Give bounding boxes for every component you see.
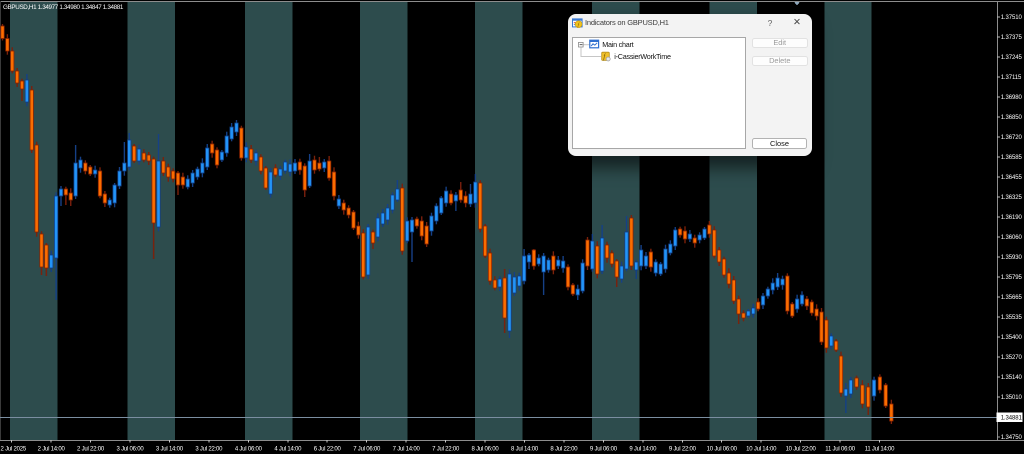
svg-text:8 Jul 06:00: 8 Jul 06:00 xyxy=(472,447,500,453)
svg-text:10 Jul 22:00: 10 Jul 22:00 xyxy=(786,447,817,453)
svg-text:8 Jul 22:00: 8 Jul 22:00 xyxy=(550,447,578,453)
svg-text:1.36060: 1.36060 xyxy=(1001,235,1023,241)
svg-text:7 Jul 14:00: 7 Jul 14:00 xyxy=(393,447,421,453)
svg-text:9 Jul 22:00: 9 Jul 22:00 xyxy=(669,447,697,453)
svg-text:8 Jul 14:00: 8 Jul 14:00 xyxy=(511,447,539,453)
svg-text:2 Jul 14:00: 2 Jul 14:00 xyxy=(38,447,66,453)
svg-text:1.36455: 1.36455 xyxy=(1001,175,1023,181)
svg-text:1.35535: 1.35535 xyxy=(1001,315,1023,321)
svg-text:4 Jul 06:00: 4 Jul 06:00 xyxy=(235,447,263,453)
svg-text:1.36585: 1.36585 xyxy=(1001,155,1023,161)
svg-text:1.35400: 1.35400 xyxy=(1001,335,1023,341)
svg-text:1.37510: 1.37510 xyxy=(1001,15,1023,21)
svg-text:2 Jul 2025: 2 Jul 2025 xyxy=(1,447,27,453)
svg-text:2 Jul 22:00: 2 Jul 22:00 xyxy=(77,447,105,453)
svg-text:10 Jul 14:00: 10 Jul 14:00 xyxy=(746,447,777,453)
svg-text:1.36980: 1.36980 xyxy=(1001,95,1023,101)
svg-text:1.35010: 1.35010 xyxy=(1001,395,1023,401)
svg-text:3 Jul 14:00: 3 Jul 14:00 xyxy=(156,447,184,453)
svg-text:3 Jul 06:00: 3 Jul 06:00 xyxy=(117,447,145,453)
svg-text:10 Jul 06:00: 10 Jul 06:00 xyxy=(707,447,738,453)
svg-text:1.37375: 1.37375 xyxy=(1001,35,1023,41)
svg-text:1.36720: 1.36720 xyxy=(1001,135,1023,141)
svg-text:6 Jul 22:00: 6 Jul 22:00 xyxy=(314,447,342,453)
svg-text:1.35930: 1.35930 xyxy=(1001,255,1023,261)
svg-text:1.35795: 1.35795 xyxy=(1001,275,1023,281)
svg-text:1.35270: 1.35270 xyxy=(1001,355,1023,361)
svg-text:GBPUSD,H1 1.34977 1.34980 1.3: GBPUSD,H1 1.34977 1.34980 1.34847 1.3488… xyxy=(3,4,124,11)
svg-text:1.37245: 1.37245 xyxy=(1001,55,1023,61)
svg-text:11 Jul 14:00: 11 Jul 14:00 xyxy=(865,447,895,453)
svg-text:1.34881: 1.34881 xyxy=(1001,416,1023,422)
svg-text:1.35665: 1.35665 xyxy=(1001,295,1023,301)
svg-text:11 Jul 06:00: 11 Jul 06:00 xyxy=(825,447,855,453)
svg-text:3 Jul 22:00: 3 Jul 22:00 xyxy=(195,447,223,453)
svg-text:1.36850: 1.36850 xyxy=(1001,115,1023,121)
svg-text:9 Jul 06:00: 9 Jul 06:00 xyxy=(590,447,618,453)
svg-text:7 Jul 22:00: 7 Jul 22:00 xyxy=(432,447,460,453)
svg-text:1.34750: 1.34750 xyxy=(1001,435,1023,441)
svg-text:4 Jul 14:00: 4 Jul 14:00 xyxy=(274,447,302,453)
svg-text:1.35140: 1.35140 xyxy=(1001,375,1023,381)
svg-text:1.36325: 1.36325 xyxy=(1001,195,1023,201)
svg-text:1.36190: 1.36190 xyxy=(1001,215,1023,221)
svg-text:1.37115: 1.37115 xyxy=(1001,75,1022,81)
svg-text:7 Jul 06:00: 7 Jul 06:00 xyxy=(353,447,381,453)
svg-text:9 Jul 14:00: 9 Jul 14:00 xyxy=(629,447,657,453)
